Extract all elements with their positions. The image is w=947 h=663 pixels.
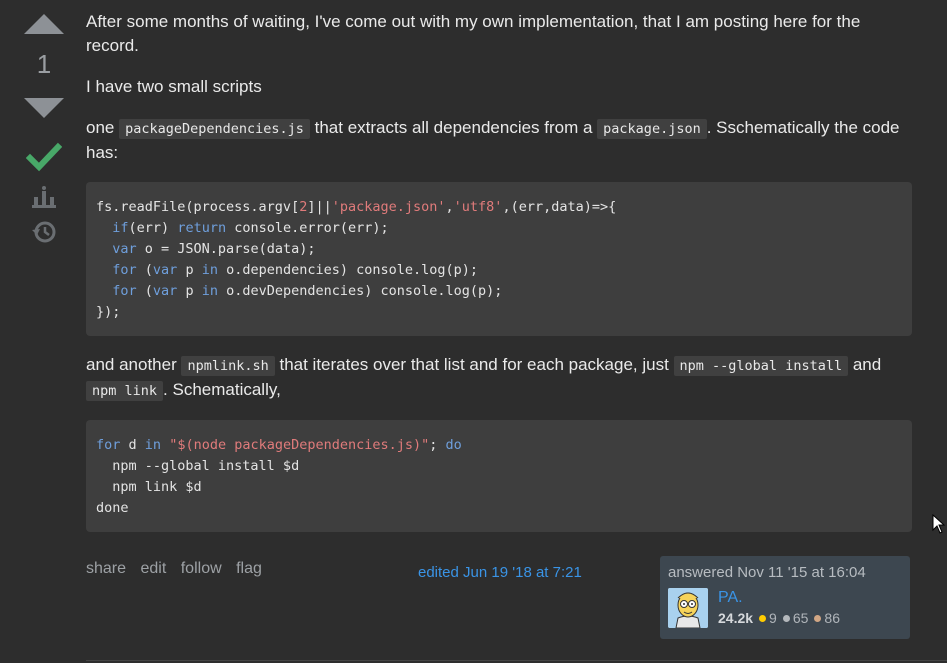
bronze-badges: 86 <box>814 608 840 628</box>
vote-count: 1 <box>36 49 52 79</box>
reputation-score: 24.2k <box>718 610 754 626</box>
gold-badges: 9 <box>759 608 777 628</box>
edited-link[interactable]: edited Jun 19 '18 at 7:21 <box>418 564 582 581</box>
gold-badge-icon <box>759 614 767 622</box>
text: that extracts all dependencies from a <box>309 118 598 137</box>
user-name-link[interactable]: PA. <box>718 588 846 608</box>
answer-post: 1 After some months of waiting, I've com… <box>0 0 947 663</box>
paragraph-npmlink: and another npmlink.sh that iterates ove… <box>86 353 912 403</box>
answered-timestamp: answered Nov 11 '15 at 16:04 <box>668 564 866 581</box>
follow-link[interactable]: follow <box>181 560 222 577</box>
flag-link[interactable]: flag <box>236 560 262 577</box>
avatar-cartoon-face-icon <box>668 588 708 628</box>
silver-badges: 65 <box>782 608 808 628</box>
inline-code: npm link <box>86 381 164 401</box>
text: one <box>86 118 120 137</box>
bronze-badge-icon <box>814 614 822 622</box>
text: and <box>848 355 882 374</box>
code-block-js: fs.readFile(process.argv[2]||'package.js… <box>86 182 912 336</box>
code-block-shell: for d in "$(node packageDependencies.js)… <box>86 420 912 532</box>
paragraph-intro: After some months of waiting, I've come … <box>86 12 861 55</box>
post-footer: share edit follow flag edited Jun 19 '18… <box>86 556 912 640</box>
accepted-check-icon <box>26 142 62 172</box>
paragraph-scripts: I have two small scripts <box>86 77 262 96</box>
divider <box>86 660 947 661</box>
user-card: answered Nov 11 '15 at 16:04 PA. 24.2k 9… <box>660 556 910 639</box>
edit-link[interactable]: edit <box>140 560 166 577</box>
reputation-line: 24.2k 9 65 86 <box>718 608 846 628</box>
text: and another <box>86 355 182 374</box>
avatar[interactable] <box>668 588 708 628</box>
silver-badge-icon <box>782 614 790 622</box>
share-link[interactable]: share <box>86 560 126 577</box>
inline-code: package.json <box>597 119 707 139</box>
text: that iterates over that list and for eac… <box>274 355 674 374</box>
text: . Schematically, <box>163 380 281 399</box>
post-body: After some months of waiting, I've come … <box>86 10 912 549</box>
upvote-arrow-icon[interactable] <box>24 14 64 34</box>
paragraph-package-deps: one packageDependencies.js that extracts… <box>86 116 912 165</box>
inline-code: packageDependencies.js <box>119 119 310 139</box>
inline-code: npm --global install <box>673 356 849 376</box>
vote-cell: 1 <box>16 14 72 245</box>
mouse-pointer-icon <box>932 514 946 534</box>
downvote-arrow-icon[interactable] <box>24 98 64 118</box>
inline-code: npmlink.sh <box>181 356 275 376</box>
history-icon[interactable] <box>31 219 57 245</box>
post-menu: share edit follow flag <box>86 560 272 578</box>
bounty-award-icon[interactable] <box>31 185 57 209</box>
